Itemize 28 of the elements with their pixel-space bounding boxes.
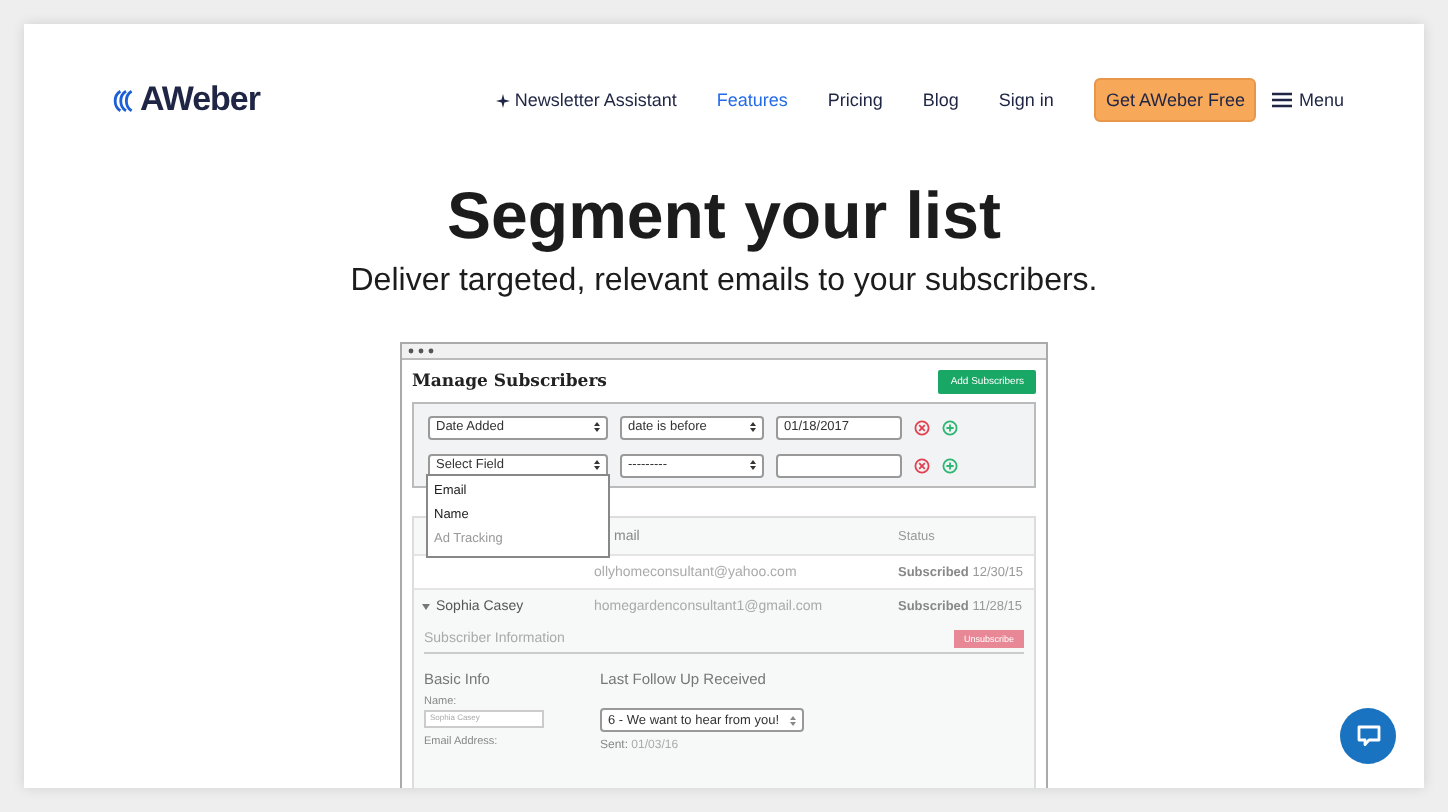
- remove-icon[interactable]: [914, 419, 930, 435]
- remove-icon[interactable]: [914, 457, 930, 473]
- nav-link[interactable]: Pricing: [827, 90, 883, 110]
- menu-icon: [1272, 92, 1293, 108]
- nav-link[interactable]: Blog: [922, 90, 959, 110]
- add-icon[interactable]: [942, 419, 958, 435]
- nav-link[interactable]: Newsletter Assistant: [496, 90, 677, 110]
- chat-icon: [1355, 724, 1381, 748]
- get-started-button[interactable]: Get AWeber Free: [1093, 78, 1257, 122]
- caret-icon: [422, 603, 430, 609]
- updown-icon: [790, 715, 796, 725]
- screen-title: Manage Subscribers: [412, 372, 607, 392]
- updown-icon: [750, 460, 756, 470]
- logo-text: AWeber: [140, 80, 260, 120]
- updown-icon: [594, 460, 600, 470]
- updown-icon: [750, 422, 756, 432]
- nav-link[interactable]: Sign in: [998, 90, 1054, 110]
- hero-subtitle: Deliver targeted, relevant emails to your subscribers.: [350, 264, 1098, 300]
- updown-icon: [594, 422, 600, 432]
- add-icon[interactable]: [942, 457, 958, 473]
- hero-title: Segment your list: [447, 176, 1001, 256]
- menu-button[interactable]: Menu: [1272, 90, 1344, 110]
- chat-button[interactable]: [1340, 708, 1396, 764]
- sparkle-icon: [496, 93, 511, 107]
- window-dots-icon: [408, 348, 436, 354]
- value-field[interactable]: [776, 453, 902, 477]
- aweber-logo[interactable]: AWeber: [112, 80, 260, 120]
- nav-link[interactable]: Features: [716, 90, 788, 110]
